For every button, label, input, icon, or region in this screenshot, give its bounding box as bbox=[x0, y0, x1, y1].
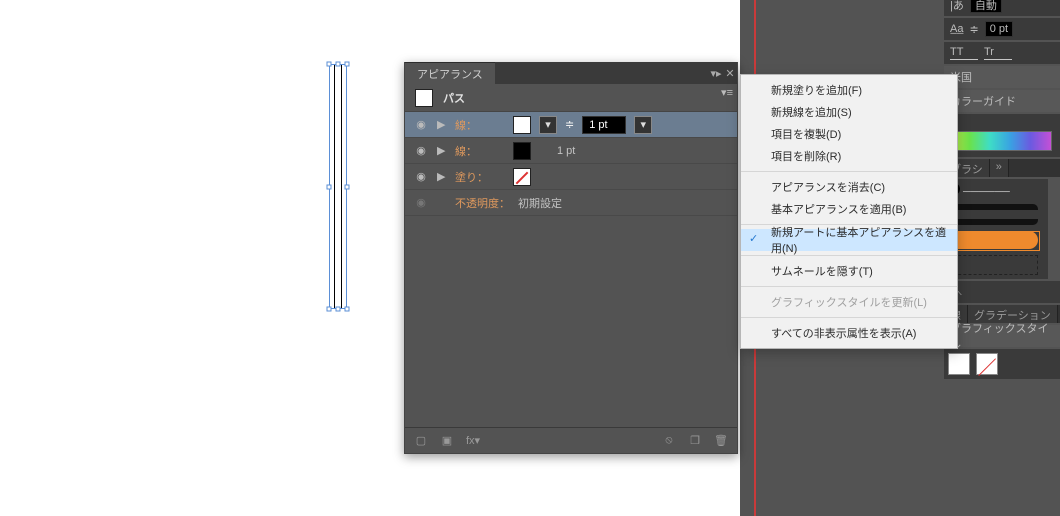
appearance-header: パス bbox=[405, 84, 737, 112]
brush-dashed-frame[interactable] bbox=[948, 255, 1038, 275]
appearance-tab[interactable]: アピアランス bbox=[405, 62, 495, 84]
stepper-icon[interactable]: ≑ bbox=[565, 118, 574, 131]
appearance-tabbar: アピアランス ▾▸ ✕ bbox=[405, 62, 737, 84]
brush-orange-swash[interactable] bbox=[948, 231, 1038, 249]
menu-hide-thumbnail[interactable]: サムネールを隠す(T) bbox=[741, 260, 957, 282]
delete-item-icon[interactable]: 🗑 bbox=[713, 433, 729, 449]
graphic-styles-panel bbox=[944, 349, 1060, 379]
weight-dropdown-icon[interactable]: ▾ bbox=[634, 116, 652, 134]
brush-tab-extra[interactable]: » bbox=[990, 159, 1009, 177]
new-fill-icon[interactable]: ▣ bbox=[439, 433, 455, 449]
char-auto-row[interactable]: |あ 自動 bbox=[944, 0, 1060, 16]
swatch-dropdown-icon[interactable]: ▾ bbox=[539, 116, 557, 134]
expand-icon[interactable]: ▶ bbox=[437, 170, 447, 183]
auto-label: 自動 bbox=[975, 0, 997, 13]
clear-appearance-icon[interactable]: ⦸ bbox=[661, 433, 677, 449]
expand-icon[interactable]: ▶ bbox=[437, 118, 447, 131]
header-label: パス bbox=[443, 90, 465, 106]
char-type-row[interactable]: TT Tr bbox=[944, 42, 1060, 64]
menu-remove-item[interactable]: 項目を削除(R) bbox=[741, 145, 957, 167]
color-guide-label: カラーガイド bbox=[950, 93, 1016, 109]
side-panels: |あ 自動 A̲a̲ ≑ 0 pt TT Tr 米国 カラーガイド ▾ ブラシ … bbox=[944, 0, 1060, 516]
appearance-row-stroke-1[interactable]: ◉ ▶ 線： ▾ ≑ 1 pt ▾ bbox=[405, 112, 737, 138]
appearance-row-stroke-2[interactable]: ◉ ▶ 線： 1 pt bbox=[405, 138, 737, 164]
new-stroke-icon[interactable]: ▢ bbox=[413, 433, 429, 449]
pt-value: 0 pt bbox=[990, 23, 1008, 35]
menu-reduce-to-basic[interactable]: 基本アピアランスを適用(B) bbox=[741, 198, 957, 220]
menu-new-art-basic-appearance[interactable]: ✓ 新規アートに基本アピアランスを適用(N) bbox=[741, 229, 957, 251]
brush-tabs: ブラシ » bbox=[944, 159, 1060, 177]
brush-panel-footer: ⟟⟍ bbox=[944, 281, 1060, 303]
row-label: 塗り： bbox=[455, 169, 505, 185]
stepper-icon[interactable]: ≑ bbox=[969, 23, 978, 36]
gs-swatch-default[interactable] bbox=[948, 353, 970, 375]
gs-swatch-none[interactable] bbox=[976, 353, 998, 375]
appearance-panel: アピアランス ▾▸ ✕ ▾≡ パス ◉ ▶ 線： ▾ ≑ 1 pt ▾ ◉ ▶ … bbox=[404, 62, 738, 454]
appearance-rows: ◉ ▶ 線： ▾ ≑ 1 pt ▾ ◉ ▶ 線： 1 pt ◉ ▶ 塗り： ◉ … bbox=[405, 112, 737, 427]
lang-row[interactable]: 米国 bbox=[944, 66, 1060, 88]
brush-basic-dot[interactable]: ────── bbox=[948, 183, 1044, 198]
appearance-thumb bbox=[415, 89, 433, 107]
brushes-panel: ────── bbox=[944, 179, 1048, 279]
appearance-footer: ▢ ▣ fx▾ ⦸ ❐ 🗑 bbox=[405, 427, 737, 453]
appearance-row-opacity[interactable]: ◉ 不透明度： 初期設定 bbox=[405, 190, 737, 216]
panel-flyout-icon[interactable]: ▾≡ bbox=[721, 86, 733, 99]
stroke-weight-value: 1 pt bbox=[557, 145, 575, 157]
menu-redefine-graphic-style: グラフィックスタイルを更新(L) bbox=[741, 291, 957, 313]
stroke-swatch[interactable] bbox=[513, 116, 531, 134]
panel-collapse-icon[interactable]: ▾▸ bbox=[709, 67, 723, 80]
char-T2-icon[interactable]: Tr bbox=[984, 46, 1012, 60]
menu-duplicate-item[interactable]: 項目を複製(D) bbox=[741, 123, 957, 145]
row-label: 不透明度： bbox=[455, 195, 510, 211]
color-harmony-strip[interactable] bbox=[948, 131, 1052, 151]
a-icon: |あ bbox=[950, 0, 964, 13]
duplicate-item-icon[interactable]: ❐ bbox=[687, 433, 703, 449]
char-T-icon[interactable]: TT bbox=[950, 46, 978, 60]
gs-tab[interactable]: グラフィックスタイル bbox=[944, 325, 1060, 347]
menu-add-new-fill[interactable]: 新規塗りを追加(F) bbox=[741, 79, 957, 101]
row-label: 線： bbox=[455, 143, 505, 159]
char-pt-row[interactable]: A̲a̲ ≑ 0 pt bbox=[944, 18, 1060, 40]
stroke-swatch[interactable] bbox=[513, 142, 531, 160]
opacity-value[interactable]: 初期設定 bbox=[518, 195, 562, 211]
expand-icon[interactable]: ▶ bbox=[437, 144, 447, 157]
menu-show-all-hidden-attrs[interactable]: すべての非表示属性を表示(A) bbox=[741, 322, 957, 344]
menu-clear-appearance[interactable]: アピアランスを消去(C) bbox=[741, 176, 957, 198]
stroke-weight-field[interactable]: 1 pt bbox=[582, 116, 626, 134]
visibility-icon[interactable]: ◉ bbox=[413, 170, 429, 183]
visibility-icon: ◉ bbox=[413, 196, 429, 209]
visibility-icon[interactable]: ◉ bbox=[413, 144, 429, 157]
brush-charcoal[interactable] bbox=[948, 204, 1038, 225]
fx-menu-button[interactable]: fx▾ bbox=[465, 433, 481, 449]
a-underline-icon: A̲a̲ bbox=[950, 23, 963, 35]
visibility-icon[interactable]: ◉ bbox=[413, 118, 429, 131]
check-icon: ✓ bbox=[749, 232, 763, 246]
panel-close-icon[interactable]: ✕ bbox=[723, 67, 737, 80]
gs-label: グラフィックスタイル bbox=[950, 320, 1054, 352]
selected-path[interactable] bbox=[329, 64, 347, 309]
row-label: 線： bbox=[455, 117, 505, 133]
color-guide-panel: ▾ bbox=[944, 114, 1060, 157]
color-guide-tab[interactable]: カラーガイド bbox=[944, 90, 1060, 112]
appearance-row-fill[interactable]: ◉ ▶ 塗り： bbox=[405, 164, 737, 190]
appearance-flyout-menu: 新規塗りを追加(F) 新規線を追加(S) 項目を複製(D) 項目を削除(R) ア… bbox=[740, 74, 958, 349]
menu-add-new-stroke[interactable]: 新規線を追加(S) bbox=[741, 101, 957, 123]
fill-swatch-none[interactable] bbox=[513, 168, 531, 186]
